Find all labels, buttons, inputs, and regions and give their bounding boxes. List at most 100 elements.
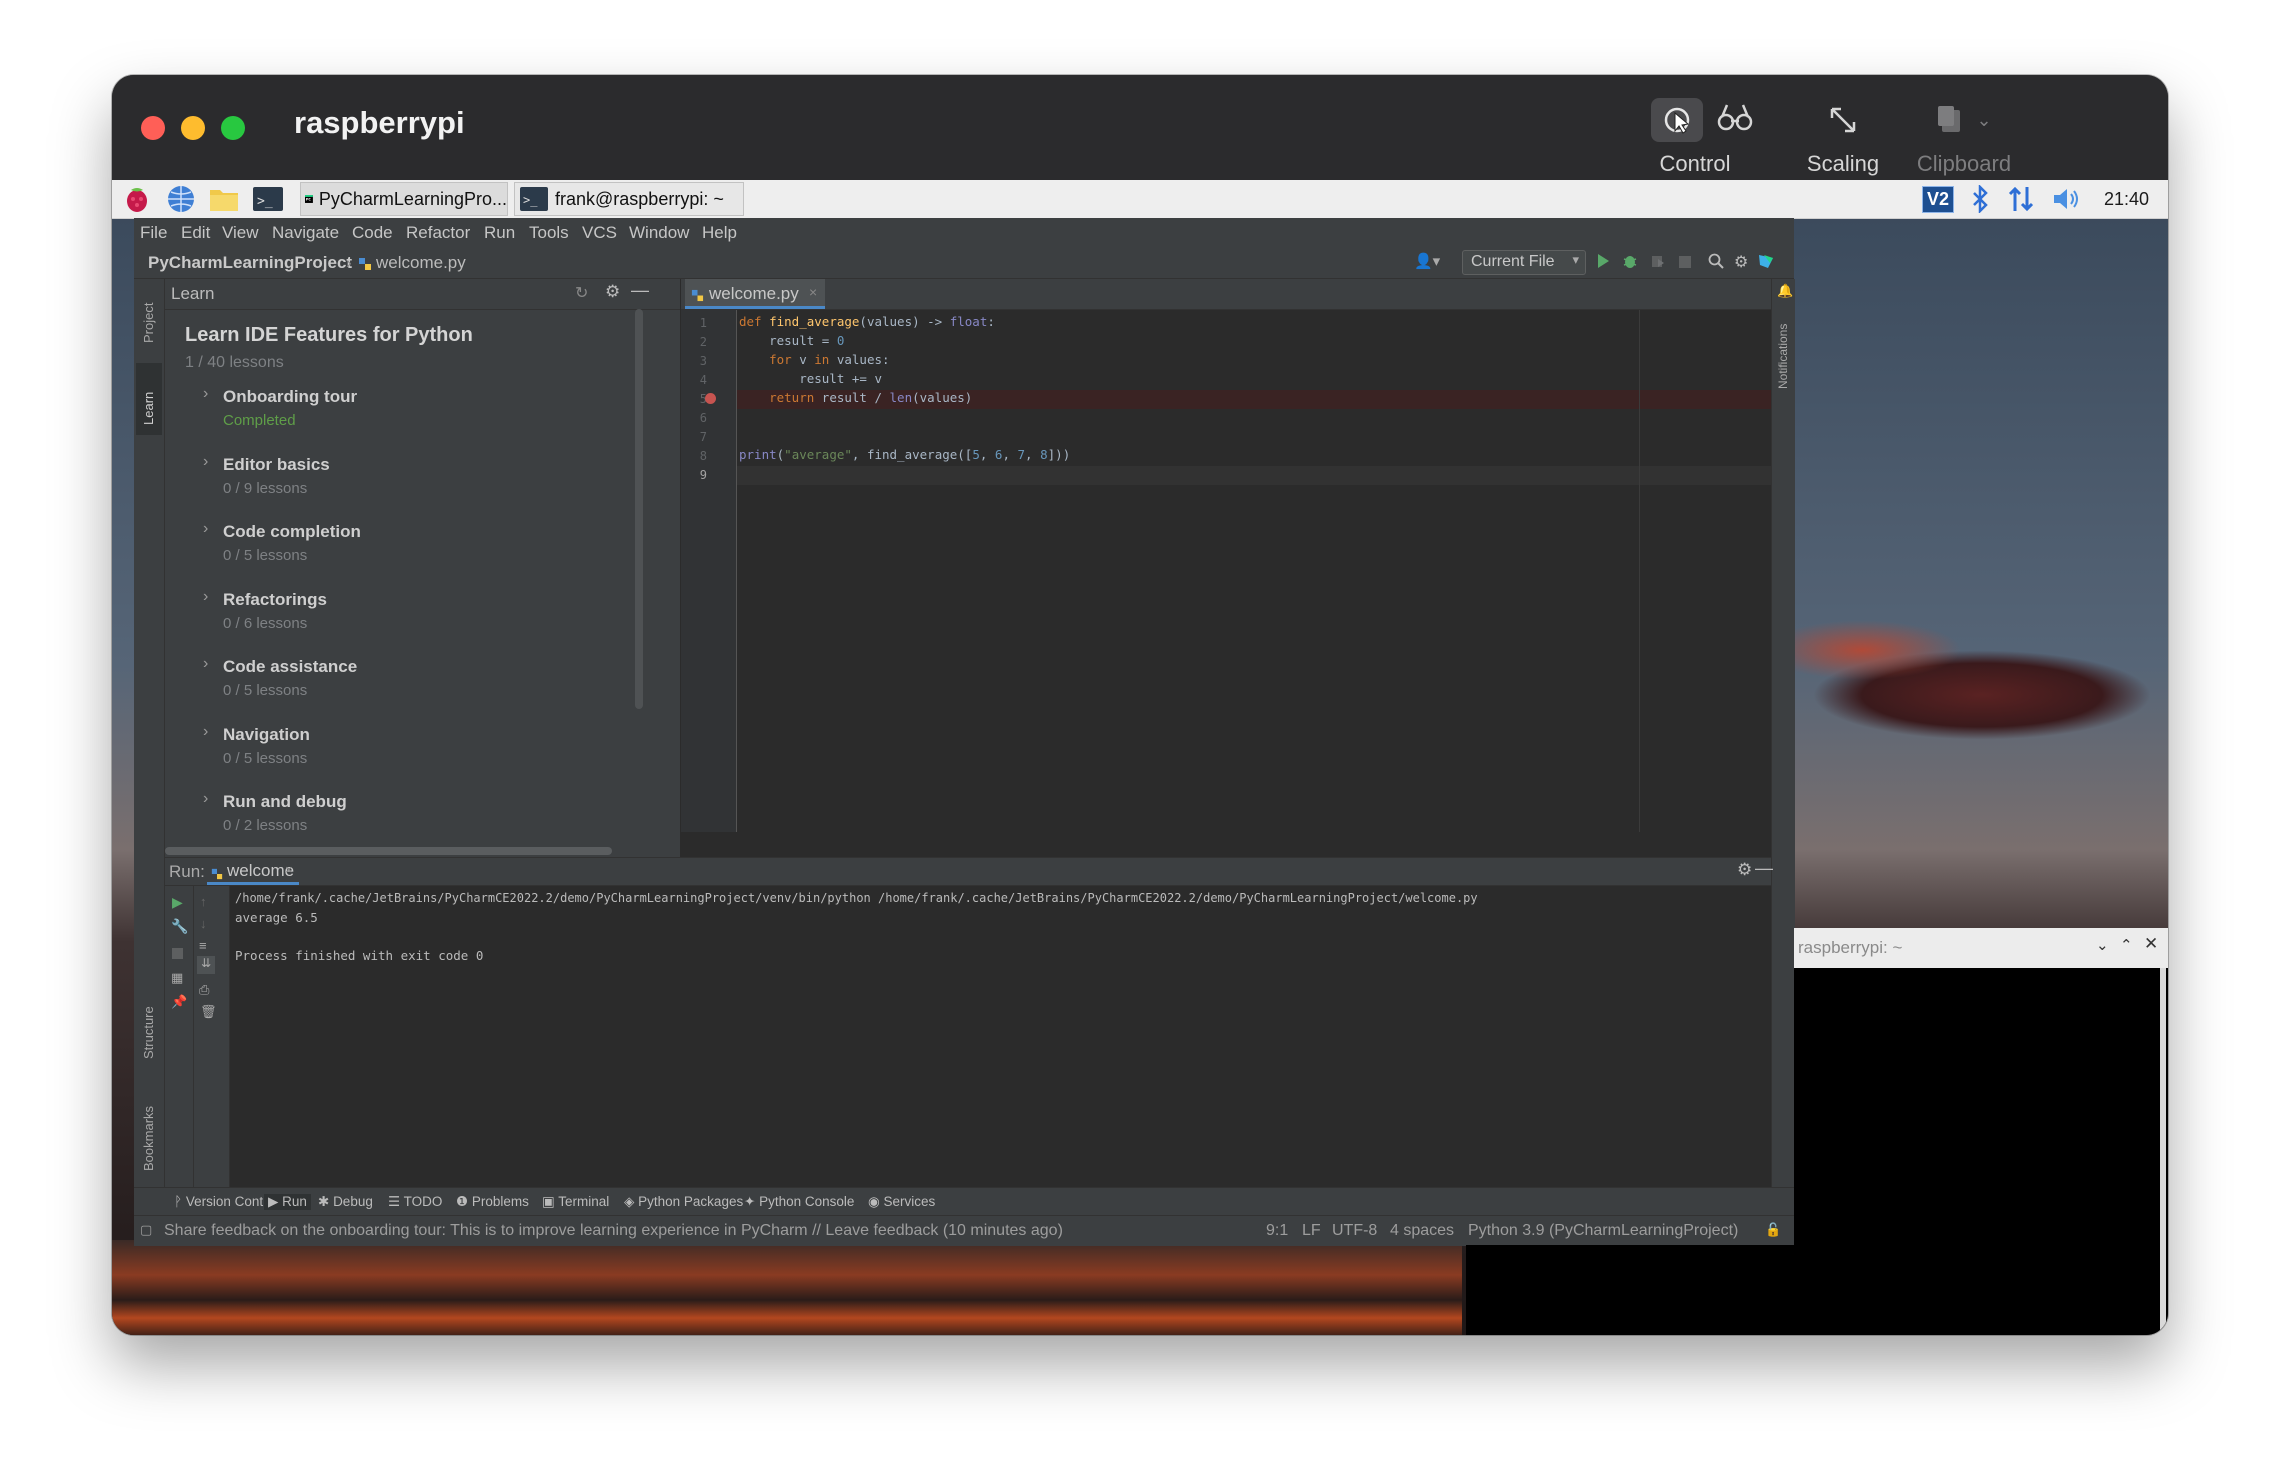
menu-edit[interactable]: Edit (181, 223, 210, 243)
jetbrains-icon[interactable] (1758, 253, 1774, 274)
network-icon[interactable] (2008, 183, 2034, 215)
rerun-icon[interactable]: ▶ (172, 894, 183, 911)
minimize-panel-icon[interactable]: — (631, 280, 649, 301)
breadcrumb-project[interactable]: PyCharmLearningProject (148, 253, 352, 273)
tab-run[interactable]: ▶ Run (264, 1194, 311, 1210)
breakpoint-icon[interactable] (705, 393, 716, 404)
line-separator[interactable]: LF (1302, 1222, 1321, 1240)
chevron-down-icon[interactable]: ⌄ (2096, 936, 2109, 954)
code-line[interactable]: for v in values: (739, 352, 889, 367)
close-button[interactable] (141, 116, 165, 140)
scroll-to-end-icon[interactable]: ⇊ (197, 956, 215, 974)
terminal-body-lower[interactable] (1466, 1245, 1794, 1335)
menu-refactor[interactable]: Refactor (406, 223, 470, 243)
minimize-button[interactable] (181, 116, 205, 140)
bluetooth-icon[interactable] (1970, 183, 1990, 215)
layout-toggle-icon[interactable]: ▢ (140, 1222, 152, 1238)
notifications-tool-button[interactable]: Notifications (1772, 299, 1794, 399)
clipboard-button[interactable]: ⌄ Clipboard (1904, 95, 2024, 177)
gear-icon[interactable]: ⚙ (1737, 860, 1752, 880)
tab-label: Terminal (558, 1194, 610, 1209)
maximize-button[interactable] (221, 116, 245, 140)
reset-icon[interactable]: ↻ (575, 283, 588, 303)
stop-icon[interactable] (172, 948, 183, 959)
menu-navigate[interactable]: Navigate (272, 223, 339, 243)
debug-icon[interactable] (1622, 253, 1638, 274)
menu-run[interactable]: Run (484, 223, 515, 243)
arrow-down-icon[interactable]: ↓ (200, 916, 207, 931)
search-icon[interactable] (1708, 253, 1724, 274)
pin-icon[interactable]: 📌 (171, 994, 187, 1010)
code-line[interactable]: result += v (739, 371, 882, 386)
code-line[interactable]: result = 0 (739, 333, 844, 348)
python-interpreter[interactable]: Python 3.9 (PyCharmLearningProject) (1468, 1222, 1738, 1240)
line-number: 7 (699, 430, 707, 444)
menu-file[interactable]: File (140, 223, 167, 243)
terminal-scrollbar[interactable] (2160, 968, 2166, 1335)
window-title: raspberrypi (294, 105, 465, 140)
menu-code[interactable]: Code (352, 223, 393, 243)
menu-view[interactable]: View (222, 223, 259, 243)
run-tab-welcome[interactable]: welcome × (207, 858, 299, 885)
code-line[interactable]: return result / len(values) (739, 390, 972, 405)
close-tab-icon[interactable]: × (809, 284, 817, 300)
soft-wrap-icon[interactable]: ≡ (199, 938, 207, 953)
structure-tool-button[interactable]: Structure (137, 979, 161, 1069)
browser-icon[interactable] (166, 183, 196, 215)
terminal-body[interactable] (1794, 968, 2168, 1335)
wrench-icon[interactable]: 🔧 (171, 918, 188, 935)
run-config-select[interactable]: Current File ▾ (1462, 250, 1586, 275)
status-message[interactable]: Share feedback on the onboarding tour: T… (164, 1222, 1063, 1240)
breadcrumb-file[interactable]: welcome.py (376, 253, 466, 273)
code-line[interactable]: def find_average(values) -> float: (739, 314, 995, 329)
taskbar-item-pycharm[interactable]: PC PyCharmLearningPro... (300, 182, 508, 216)
menu-vcs[interactable]: VCS (582, 223, 617, 243)
chevron-up-icon[interactable]: ⌃ (2120, 936, 2133, 954)
learn-tool-button[interactable]: Learn (136, 363, 162, 435)
learn-scrollbar[interactable] (635, 309, 643, 709)
tab-welcome-py[interactable]: welcome.py × (685, 279, 825, 309)
learn-h-scrollbar[interactable] (165, 847, 612, 855)
stop-icon[interactable] (1678, 254, 1692, 274)
tab-terminal[interactable]: ▣ Terminal (542, 1194, 609, 1210)
caret-position[interactable]: 9:1 (1266, 1222, 1288, 1240)
file-manager-icon[interactable] (208, 183, 240, 215)
bell-icon[interactable]: 🔔 (1777, 283, 1793, 299)
menu-tools[interactable]: Tools (529, 223, 569, 243)
tab-python-console[interactable]: ✦ Python Console (744, 1194, 854, 1210)
control-button[interactable]: Control (1647, 95, 1757, 177)
menu-help[interactable]: Help (702, 223, 737, 243)
close-icon[interactable]: ✕ (2144, 934, 2158, 954)
file-encoding[interactable]: UTF-8 (1332, 1222, 1377, 1240)
terminal-launcher-icon[interactable]: >_ (252, 183, 284, 215)
user-icon[interactable]: 👤▾ (1414, 252, 1440, 270)
raspberry-menu-icon[interactable] (122, 183, 152, 215)
minimize-panel-icon[interactable]: — (1755, 858, 1773, 879)
menu-window[interactable]: Window (629, 223, 689, 243)
coverage-icon[interactable] (1650, 253, 1666, 274)
trash-icon[interactable]: 🗑 (200, 1004, 217, 1020)
tab-python-packages[interactable]: ◈ Python Packages (624, 1194, 743, 1210)
arrow-up-icon[interactable]: ↑ (200, 894, 207, 909)
tab-version-control[interactable]: ᚹ Version Control (174, 1194, 278, 1209)
project-tool-button[interactable]: Project (137, 279, 161, 359)
volume-icon[interactable] (2052, 183, 2082, 215)
bookmarks-tool-button[interactable]: Bookmarks (137, 1079, 161, 1179)
lock-icon[interactable]: 🔓 (1765, 1222, 1781, 1238)
code-line[interactable]: print("average", find_average([5, 6, 7, … (739, 447, 1070, 462)
gear-icon[interactable]: ⚙ (605, 282, 620, 302)
tab-debug[interactable]: ✱ Debug (318, 1194, 373, 1210)
tab-todo[interactable]: ☰ TODO (388, 1194, 442, 1210)
tab-problems[interactable]: ❶ Problems (456, 1194, 529, 1210)
layout-icon[interactable]: ▦ (171, 970, 183, 986)
run-icon[interactable] (1596, 253, 1610, 274)
vnc-tray-icon[interactable]: V2 (1922, 183, 1955, 215)
taskbar-item-terminal[interactable]: >_ frank@raspberrypi: ~ (514, 182, 744, 216)
indent-setting[interactable]: 4 spaces (1390, 1222, 1454, 1240)
close-tab-icon[interactable]: × (285, 862, 293, 877)
gear-icon[interactable]: ⚙ (1734, 252, 1748, 272)
chevron-right-icon: › (203, 655, 209, 672)
scaling-button[interactable]: Scaling (1798, 95, 1888, 177)
tab-services[interactable]: ◉ Services (868, 1194, 935, 1210)
print-icon[interactable]: ⎙ (199, 982, 209, 998)
